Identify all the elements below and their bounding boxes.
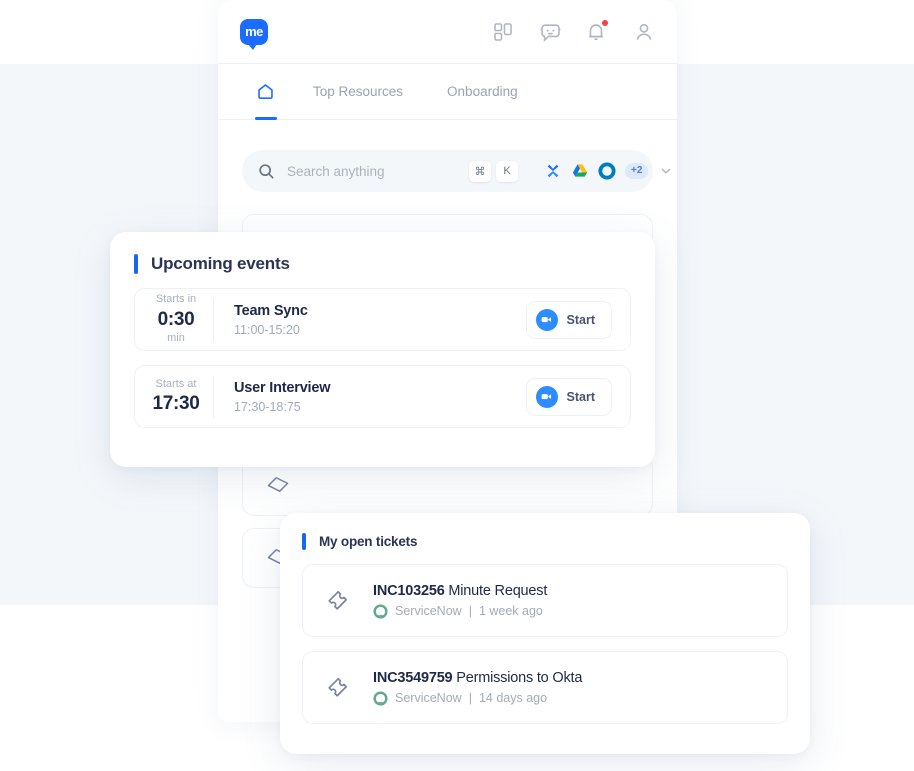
event-time-unit: min [167,332,185,345]
app-logo[interactable]: me [240,18,268,50]
ticket-meta: ServiceNow | 1 week ago [373,603,547,619]
event-time-value: 0:30 [157,308,195,330]
zoom-video-icon [535,308,558,331]
event-name: User Interview [234,379,331,396]
event-time-range: 11:00-15:20 [234,322,300,337]
upcoming-events-header: Upcoming events [134,254,631,274]
connector-icon-group: +2 [544,162,673,180]
app-header: me [218,0,677,64]
shortcut-key-cmd: ⌘ [469,160,491,182]
servicenow-icon [373,690,388,706]
accent-bar [302,533,306,550]
start-button-label: Start [566,312,595,327]
ticket-icon [265,473,291,499]
tab-bar: Top Resources Onboarding [218,64,677,120]
screenshot-root: me Top Resources Onboarding Search anyth… [0,0,914,771]
ticket-icon [325,586,355,616]
shortcut-key-k: K [496,160,518,182]
ticket-source: ServiceNow [395,691,462,705]
apps-grid-icon[interactable] [492,21,514,43]
chevron-down-icon[interactable] [659,164,673,178]
google-drive-icon[interactable] [571,162,589,180]
event-details: Team Sync 11:00-15:20 [214,303,526,337]
event-row[interactable]: Starts at 17:30 User Interview 17:30-18:… [134,365,631,428]
event-time-block: Starts in 0:30 min [135,292,213,347]
ticket-details: INC103256 Minute Request ServiceNow | 1 … [373,583,547,619]
ticket-id: INC3549759 [373,669,453,686]
ticket-age: 14 days ago [478,691,548,705]
section-title: My open tickets [319,534,418,549]
ticket-row[interactable]: INC3549759 Permissions to Okta ServiceNo… [302,651,788,724]
event-time-value: 17:30 [152,393,200,415]
tab-top-resources[interactable]: Top Resources [291,64,425,120]
search-icon [258,163,275,180]
event-name: Team Sync [234,302,308,319]
notification-badge-dot [602,19,608,26]
event-time-label: Starts in [155,293,197,306]
ticket-title: INC103256 Minute Request [373,583,547,599]
ticket-row[interactable]: INC103256 Minute Request ServiceNow | 1 … [302,564,788,637]
search-input[interactable] [287,163,464,179]
upcoming-events-card: Upcoming events Starts in 0:30 min Team … [110,232,655,467]
ticket-meta: ServiceNow | 14 days ago [373,690,582,706]
ticket-icon [325,673,355,703]
zoom-video-icon [535,385,558,408]
bot-chat-icon[interactable] [539,21,561,43]
my-open-tickets-card: My open tickets INC103256 Minute Request [280,513,810,754]
okta-icon[interactable] [598,162,616,180]
header-icon-group [492,19,655,43]
notification-bell-icon[interactable] [586,19,608,43]
ticket-meta-separator: | [468,604,472,618]
start-meeting-button[interactable]: Start [525,300,612,339]
ticket-subject: Permissions to Okta [456,669,583,686]
servicenow-icon [373,603,388,619]
user-avatar-icon[interactable] [633,21,655,43]
home-icon [256,82,275,101]
search-bar[interactable]: ⌘ K [242,150,671,192]
ticket-title: INC3549759 Permissions to Okta [373,670,582,686]
start-button-label: Start [566,389,595,404]
event-time-label: Starts at [155,377,197,390]
app-logo-text: me [245,24,263,39]
event-row[interactable]: Starts in 0:30 min Team Sync 11:00-15:20… [134,288,631,351]
tab-home[interactable] [240,64,291,120]
my-open-tickets-header: My open tickets [302,533,788,550]
ticket-meta-separator: | [468,691,472,705]
ticket-age: 1 week ago [478,604,543,618]
search-section: ⌘ K [218,120,677,192]
page-title: Upcoming events [151,254,290,273]
connector-more-badge[interactable]: +2 [625,163,649,179]
ticket-source: ServiceNow [395,604,462,618]
event-time-range: 17:30-18:75 [234,399,301,414]
event-details: User Interview 17:30-18:75 [214,380,526,414]
accent-bar [134,254,138,274]
ticket-subject: Minute Request [448,582,548,599]
ticket-details: INC3549759 Permissions to Okta ServiceNo… [373,670,582,706]
ticket-id: INC103256 [373,582,445,599]
start-meeting-button[interactable]: Start [525,377,612,416]
tab-onboarding[interactable]: Onboarding [425,64,540,120]
confluence-icon[interactable] [544,162,562,180]
event-time-block: Starts at 17:30 [135,377,213,416]
